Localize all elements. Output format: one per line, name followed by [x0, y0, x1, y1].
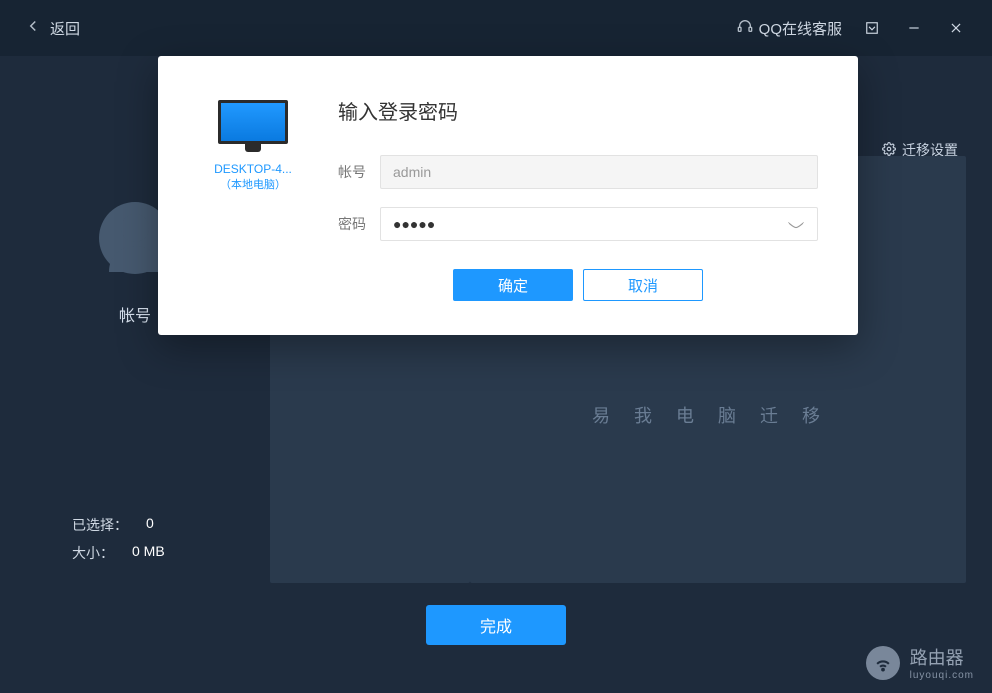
selected-label: 已选择：: [72, 515, 128, 535]
content-text: 易我电脑迁移: [592, 402, 844, 428]
modal-pc-block: DESKTOP-4... （本地电脑）: [198, 96, 308, 301]
size-value: 0 MB: [132, 543, 165, 563]
login-modal: DESKTOP-4... （本地电脑） 输入登录密码 帐号 admin 密码 ●…: [158, 56, 858, 335]
password-value: ●●●●●: [393, 216, 435, 232]
password-field-label: 密码: [338, 214, 380, 234]
back-button[interactable]: 返回: [24, 17, 80, 39]
finish-button[interactable]: 完成: [426, 605, 566, 645]
stats: 已选择： 0 大小： 0 MB: [72, 507, 165, 563]
watermark-sub: luyouqi.com: [910, 670, 974, 681]
menu-button[interactable]: [860, 16, 884, 40]
selected-value: 0: [146, 515, 154, 535]
close-button[interactable]: [944, 16, 968, 40]
account-input[interactable]: admin: [380, 155, 818, 189]
arrow-left-icon: [24, 17, 42, 39]
support-link[interactable]: QQ在线客服: [737, 18, 842, 39]
cancel-button[interactable]: 取消: [583, 269, 703, 301]
wifi-icon: [866, 646, 900, 680]
modal-title: 输入登录密码: [338, 96, 818, 125]
pc-name: DESKTOP-4...: [198, 162, 308, 176]
minimize-button[interactable]: [902, 16, 926, 40]
watermark-title: 路由器: [910, 644, 974, 670]
support-label: QQ在线客服: [759, 18, 842, 39]
monitor-icon: [218, 100, 288, 152]
pc-sub: （本地电脑）: [198, 176, 308, 192]
account-label: 帐号: [119, 302, 151, 326]
back-label: 返回: [50, 18, 80, 39]
password-input[interactable]: ●●●●●: [380, 207, 818, 241]
watermark: 路由器 luyouqi.com: [866, 644, 974, 681]
headset-icon: [737, 18, 753, 38]
account-field-label: 帐号: [338, 162, 380, 182]
ok-button[interactable]: 确定: [453, 269, 573, 301]
titlebar: 返回 QQ在线客服: [0, 0, 992, 56]
account-value: admin: [393, 164, 431, 180]
size-label: 大小：: [72, 543, 114, 563]
eye-icon[interactable]: [787, 214, 805, 235]
